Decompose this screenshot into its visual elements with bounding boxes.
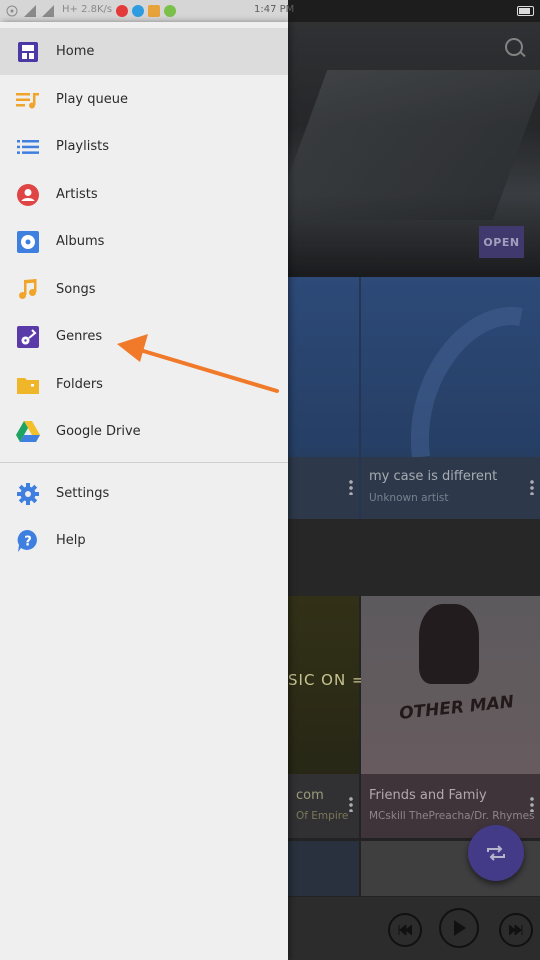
home-icon xyxy=(16,40,40,64)
help-icon: ? xyxy=(16,529,40,553)
network-speed: H+ 2.8K/s xyxy=(62,4,113,15)
drawer-item-label: Home xyxy=(56,44,95,59)
drawer-item-label: Folders xyxy=(56,377,103,392)
navigation-drawer: Home Play queue Playlists Artists Albums… xyxy=(0,22,288,960)
drawer-item-label: Albums xyxy=(56,234,105,249)
notification-app-icon xyxy=(116,5,128,17)
hotspot-icon xyxy=(6,5,18,17)
songs-icon xyxy=(16,278,40,302)
genres-icon xyxy=(16,325,40,349)
albums-icon xyxy=(16,230,40,254)
svg-text:?: ? xyxy=(24,534,32,549)
drawer-item-label: Play queue xyxy=(56,92,128,107)
status-bar: H+ 2.8K/s 1:47 PM xyxy=(0,0,540,22)
drawer-item-home[interactable]: Home xyxy=(0,28,288,75)
status-bar-dark xyxy=(288,0,540,22)
drawer-item-label: Playlists xyxy=(56,139,109,154)
google-drive-icon xyxy=(16,420,40,444)
notification-app-icon xyxy=(164,5,176,17)
drawer-item-label: Genres xyxy=(56,329,103,344)
drawer-divider xyxy=(0,462,288,463)
drawer-item-label: Settings xyxy=(56,486,110,501)
battery-icon xyxy=(517,6,534,16)
drawer-item-label: Artists xyxy=(56,187,98,202)
telegram-icon xyxy=(132,5,144,17)
drawer-item-help[interactable]: ? Help xyxy=(0,517,288,564)
drawer-item-settings[interactable]: Settings xyxy=(0,470,288,517)
play-queue-icon xyxy=(16,88,40,112)
drawer-scrim[interactable] xyxy=(288,0,540,960)
drawer-item-albums[interactable]: Albums xyxy=(0,218,288,265)
playlists-icon xyxy=(16,135,40,159)
folders-icon xyxy=(16,373,40,397)
drawer-item-playlists[interactable]: Playlists xyxy=(0,123,288,170)
status-time: 1:47 PM xyxy=(254,4,295,15)
artists-icon xyxy=(16,183,40,207)
drawer-item-play-queue[interactable]: Play queue xyxy=(0,76,288,123)
settings-icon xyxy=(16,482,40,506)
drawer-item-google-drive[interactable]: Google Drive xyxy=(0,408,288,455)
drawer-item-label: Help xyxy=(56,533,86,548)
drawer-item-genres[interactable]: Genres xyxy=(0,313,288,360)
drawer-item-songs[interactable]: Songs xyxy=(0,266,288,313)
signal-icon xyxy=(24,5,36,17)
drawer-item-folders[interactable]: Folders xyxy=(0,361,288,408)
signal-icon xyxy=(42,5,54,17)
drawer-item-label: Google Drive xyxy=(56,424,141,439)
drawer-item-label: Songs xyxy=(56,282,96,297)
notification-app-icon xyxy=(148,5,160,17)
drawer-item-artists[interactable]: Artists xyxy=(0,171,288,218)
